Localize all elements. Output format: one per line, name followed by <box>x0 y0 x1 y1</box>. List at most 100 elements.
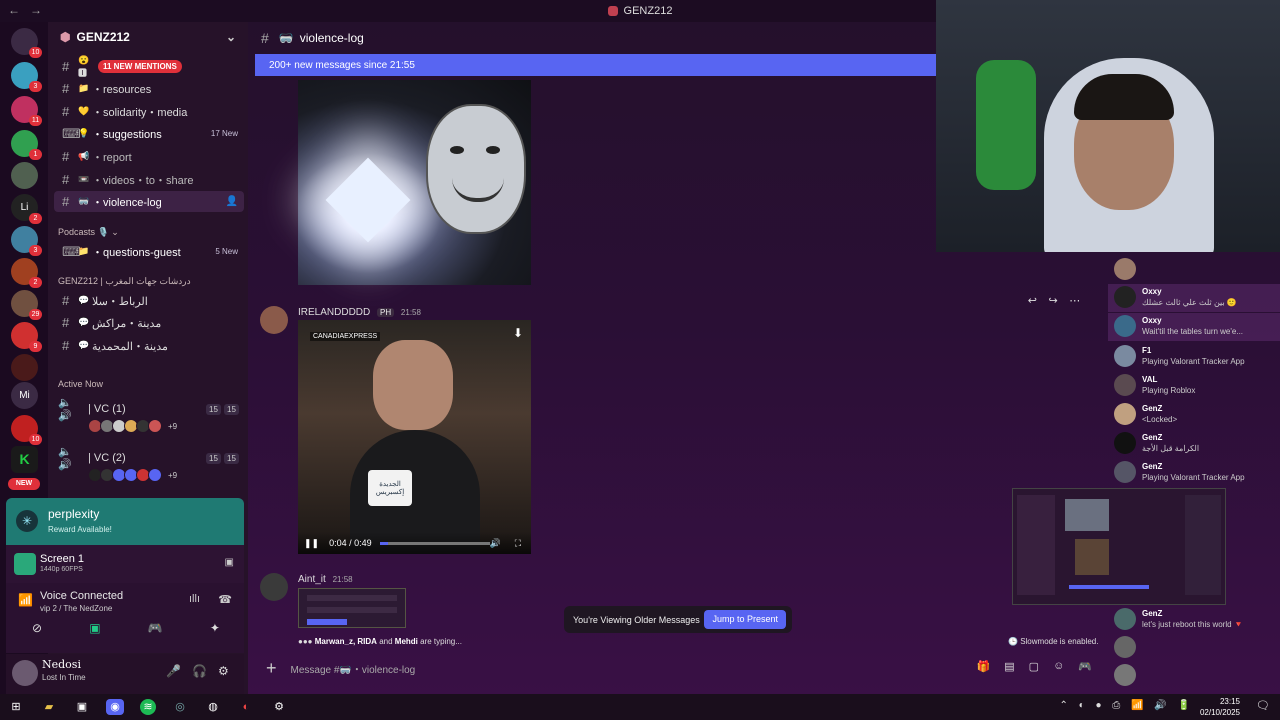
settings-icon[interactable]: ⚙ <box>271 699 287 715</box>
member-item[interactable]: GenZ <Locked> <box>1108 401 1280 429</box>
member-item[interactable]: VAL Playing Roblox <box>1108 372 1280 400</box>
avatar[interactable] <box>12 660 38 686</box>
screen-share-panel[interactable]: Screen 1 1440p 60FPS ▣ <box>6 545 244 583</box>
member-item[interactable]: F1 Playing Valorant Tracker App <box>1108 343 1280 371</box>
microphone-icon[interactable]: 🎤 <box>166 664 181 678</box>
screenshot-attachment[interactable] <box>298 588 406 628</box>
server-icon[interactable]: 11 <box>11 96 42 126</box>
member-item[interactable]: Oxxy بين ثلث علي ثالث عشلك 🙂 <box>1108 284 1280 312</box>
activity-icon[interactable]: 🎮 <box>148 621 163 635</box>
channel-mohammedia[interactable]: # 💬 مدينة・المحمدية <box>54 335 244 356</box>
server-icon[interactable]: 9 <box>11 322 42 352</box>
member-item[interactable] <box>1108 634 1280 662</box>
jump-to-present-button[interactable]: Jump to Present <box>704 610 786 629</box>
channel-report[interactable]: # 📢 ・report <box>54 146 244 167</box>
system-tray[interactable]: ⌃ ◐ ● ⎙ 📶 🔊 🔋 <box>1060 700 1194 711</box>
pause-icon[interactable]: ❚❚ <box>304 538 319 549</box>
server-logo-icon: ⬢ <box>60 30 71 44</box>
perplexity-promo[interactable]: ✳ perplexity Reward Available! <box>6 498 244 545</box>
member-item[interactable]: Oxxy Wait'til the tables turn we'e... <box>1108 313 1280 341</box>
forward-arrow-icon[interactable]: → <box>30 3 42 17</box>
obs-icon[interactable]: ◍ <box>205 699 221 715</box>
fullscreen-icon[interactable]: ⛶ <box>515 538 521 549</box>
channel-marrakech[interactable]: # 💬 مدينة・مراكش <box>54 312 244 333</box>
server-icon[interactable]: 10 <box>11 415 42 445</box>
disconnect-icon[interactable]: ☎ <box>218 593 232 606</box>
gif-icon[interactable]: ▤ <box>1004 660 1014 673</box>
member-item[interactable] <box>1108 256 1280 284</box>
more-icon[interactable]: ⋯ <box>1069 294 1080 314</box>
download-icon[interactable]: ⬇ <box>513 326 523 340</box>
category-arabic[interactable]: GENZ212 | دردشات جهات المغرب <box>58 276 191 287</box>
store-icon[interactable]: ▣ <box>74 699 90 715</box>
channel-mentions[interactable]: # 😮🅸 11 NEW MENTIONS <box>54 55 244 78</box>
member-item[interactable]: GenZ الكرامة قبل الأجة <box>1108 430 1280 458</box>
app-icon[interactable]: ◎ <box>172 699 188 715</box>
headphones-icon[interactable]: 🎧 <box>192 664 207 678</box>
gear-icon[interactable]: ⚙ <box>218 664 229 678</box>
notification-icon[interactable]: 🗨 <box>1256 699 1270 712</box>
server-icon[interactable]: 3 <box>11 226 42 256</box>
member-item[interactable]: GenZ let's just reboot this world 🔻 <box>1108 606 1280 634</box>
video-player[interactable]: CANADIAEXPRESS ⬇ الجديدة إكسبريس ❚❚ 0:04… <box>298 320 531 554</box>
vc1-avatars[interactable]: +9 <box>88 419 177 433</box>
channel-resources[interactable]: # 📁 ・resources <box>54 78 244 99</box>
server-icon[interactable]: Li 2 <box>11 194 42 224</box>
vc2-avatars[interactable]: +9 <box>88 468 177 482</box>
chrome-icon[interactable]: ◐ <box>238 699 254 715</box>
sticker-icon[interactable]: ▢ <box>1029 660 1039 673</box>
server-icon[interactable]: K <box>11 446 38 473</box>
noise-suppression-icon[interactable]: ıllı <box>189 593 200 605</box>
channel-violence-log[interactable]: # 🥽 ・violence-log 👤 <box>54 191 244 212</box>
voice-channel[interactable]: vip 2 / The NedZone <box>40 604 112 613</box>
mentions-badge[interactable]: 11 NEW MENTIONS <box>98 60 182 73</box>
stream-preview-thumbnail[interactable] <box>1012 488 1226 605</box>
server-icon[interactable]: 2 <box>11 258 42 288</box>
member-item[interactable] <box>1108 662 1280 690</box>
add-attachment-icon[interactable]: + <box>266 658 277 679</box>
server-icon[interactable]: Mi <box>11 382 38 409</box>
avatar[interactable] <box>260 306 288 334</box>
channel-solidarity-media[interactable]: # 💛 ・solidarity・media <box>54 101 244 122</box>
share-screen-icon[interactable]: ▣ <box>89 621 100 635</box>
stop-stream-icon[interactable]: ▣ <box>225 557 234 568</box>
member-item[interactable]: GenZ Playing Valorant Tracker App <box>1108 459 1280 487</box>
server-icon[interactable]: 29 <box>11 290 42 320</box>
chevron-down-icon[interactable]: ⌄ <box>226 30 236 44</box>
channel-rabat[interactable]: # 💬 الرباط・سلا <box>54 290 244 311</box>
camera-off-icon[interactable]: ⊘ <box>32 621 42 635</box>
discord-icon[interactable]: ◉ <box>106 699 124 715</box>
apps-icon[interactable]: 🎮 <box>1078 660 1092 673</box>
add-member-icon[interactable]: 👤 <box>226 196 238 207</box>
windows-start-icon[interactable]: ⊞ <box>8 699 24 715</box>
message-input[interactable]: Message #🥽・violence-log <box>291 661 416 676</box>
back-arrow-icon[interactable]: ← <box>8 3 20 17</box>
category-podcasts[interactable]: Podcasts 🎙️ ⌄ <box>58 227 119 238</box>
channel-questions-guest[interactable]: ⌨ 📁 ・questions-guest 5 New <box>54 241 244 262</box>
spotify-icon[interactable]: ≋ <box>140 699 156 715</box>
server-icon[interactable] <box>11 354 38 381</box>
channel-videos-to-share[interactable]: # 📼 ・videos・to・share <box>54 169 244 190</box>
reply-icon[interactable]: ↩ <box>1028 294 1037 314</box>
server-icon[interactable]: 1 <box>11 130 42 160</box>
video-progress[interactable] <box>379 541 490 545</box>
volume-icon[interactable]: 🔊 <box>490 538 501 549</box>
channel-suggestions[interactable]: ⌨ 💡 ・suggestions 17 New <box>54 123 244 144</box>
file-explorer-icon[interactable]: ▰ <box>41 699 57 715</box>
author-name[interactable]: IRELANDDDDD <box>298 307 370 318</box>
username[interactable]: Nedosi <box>42 658 81 671</box>
avatar[interactable] <box>260 573 288 601</box>
author-name[interactable]: Aint_it <box>298 574 326 585</box>
gift-icon[interactable]: 🎁 <box>977 660 991 673</box>
voice-status[interactable]: Voice Connected <box>40 590 123 602</box>
server-header[interactable]: ⬢ GENZ212 ⌄ <box>48 22 248 52</box>
taskbar-clock[interactable]: 23:15 02/10/2025 <box>1200 696 1240 718</box>
meme-image[interactable] <box>298 80 531 285</box>
soundboard-icon[interactable]: ✦ <box>210 621 220 635</box>
server-icon[interactable] <box>11 162 38 189</box>
home-button[interactable]: 10 <box>11 28 42 58</box>
emoji-icon[interactable]: ☺ <box>1053 660 1064 673</box>
new-messages-bar[interactable]: 200+ new messages since 21:55 <box>255 54 936 76</box>
forward-icon[interactable]: ↪ <box>1048 294 1057 314</box>
server-icon[interactable]: 3 <box>11 62 42 92</box>
